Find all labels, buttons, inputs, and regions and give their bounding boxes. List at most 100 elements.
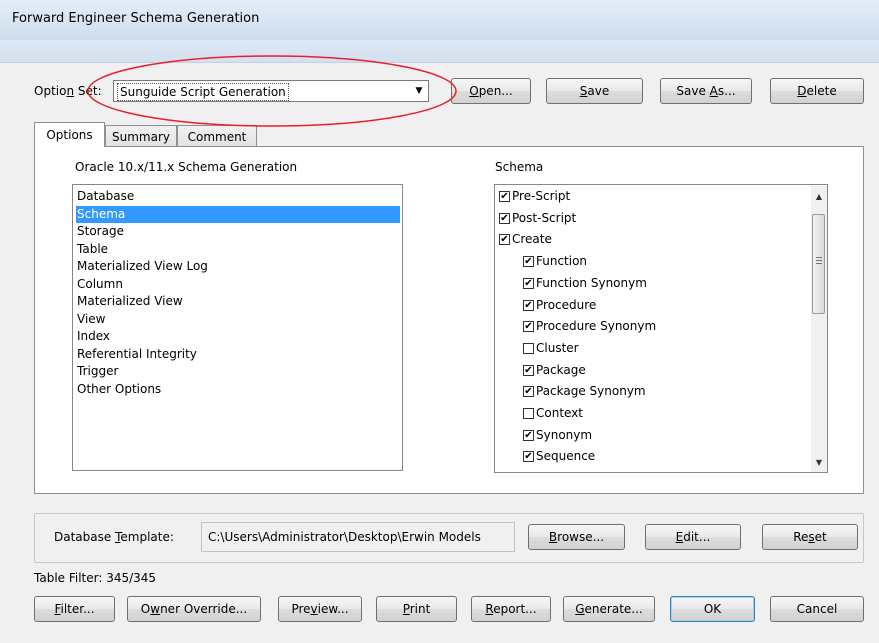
window-title: Forward Engineer Schema Generation bbox=[12, 11, 260, 26]
reset-pre: Re bbox=[793, 530, 809, 544]
left-panel-heading: Oracle 10.x/11.x Schema Generation bbox=[75, 160, 298, 174]
browse-button[interactable]: Browse... bbox=[528, 524, 625, 550]
vertical-scrollbar[interactable]: ▲ ▼ bbox=[811, 186, 827, 472]
option-set-label: Option Set: bbox=[34, 84, 102, 98]
list-item[interactable]: Materialized View bbox=[76, 293, 183, 310]
save-label: ave bbox=[587, 84, 610, 98]
reset-label: et bbox=[814, 530, 827, 544]
checkbox-label: Pre-Script bbox=[512, 189, 571, 203]
checkmark-icon: ✔ bbox=[524, 429, 533, 441]
tab-options[interactable]: Options bbox=[34, 122, 105, 147]
checkbox-label: Function bbox=[536, 254, 588, 269]
option-set-dropdown[interactable]: Sunguide Script Generation ▼ bbox=[113, 80, 429, 102]
reset-button[interactable]: Reset bbox=[762, 524, 858, 550]
list-item[interactable]: Trigger bbox=[76, 363, 118, 380]
list-item[interactable]: Index bbox=[76, 328, 110, 345]
checkmark-icon: ✔ bbox=[524, 256, 533, 268]
filter-label: ilter... bbox=[60, 602, 95, 616]
checkmark-icon: ✔ bbox=[524, 321, 533, 333]
report-button[interactable]: Report... bbox=[471, 596, 551, 622]
checkbox[interactable] bbox=[523, 342, 534, 354]
list-item[interactable]: Column bbox=[76, 276, 123, 293]
reset-mnemonic: s bbox=[808, 530, 815, 544]
checkbox[interactable]: ✔ bbox=[499, 212, 510, 224]
checkbox[interactable]: ✔ bbox=[523, 364, 534, 376]
grip-line bbox=[816, 260, 822, 261]
checkmark-icon: ✔ bbox=[524, 386, 533, 398]
delete-label: elete bbox=[806, 84, 837, 98]
options-tab-panel: Oracle 10.x/11.x Schema Generation Datab… bbox=[34, 146, 864, 494]
list-item[interactable]: Referential Integrity bbox=[76, 346, 197, 363]
preview-label: iew... bbox=[317, 602, 349, 616]
generate-button[interactable]: Generate... bbox=[563, 596, 655, 622]
list-item[interactable]: Table bbox=[76, 241, 108, 258]
save-as-button[interactable]: Save As... bbox=[660, 78, 752, 104]
list-item[interactable]: Materialized View Log bbox=[76, 258, 208, 275]
list-item[interactable]: Database bbox=[76, 188, 134, 205]
print-label: rint bbox=[409, 602, 431, 616]
owner-override-pre: O bbox=[140, 602, 151, 616]
checkbox[interactable]: ✔ bbox=[499, 191, 510, 202]
checkbox-label: Synonym bbox=[536, 427, 593, 442]
grip-line bbox=[816, 257, 822, 258]
preview-mnemonic: v bbox=[310, 602, 318, 616]
grip-line bbox=[816, 263, 822, 264]
owner-override-label: ner Override... bbox=[160, 602, 248, 616]
checkbox[interactable]: ✔ bbox=[499, 234, 510, 246]
checkmark-icon: ✔ bbox=[500, 212, 509, 224]
open-button[interactable]: Open... bbox=[451, 78, 531, 104]
schema-options-list[interactable]: ▲ ▼ ✔ Pre-Script ✔ Post-Script ✔ Create ✔ Funct… bbox=[494, 184, 828, 473]
checkbox-label: Function Synonym bbox=[536, 275, 647, 290]
browse-label: rowse... bbox=[557, 530, 605, 544]
option-set-label-post: Set: bbox=[74, 84, 102, 98]
filter-mnemonic: F bbox=[54, 602, 61, 616]
list-item[interactable]: Schema bbox=[76, 205, 400, 223]
checkmark-icon: ✔ bbox=[524, 364, 533, 376]
checkbox[interactable]: ✔ bbox=[523, 451, 534, 463]
preview-pre: Pre bbox=[291, 602, 311, 616]
checkbox-label: Package bbox=[536, 362, 586, 377]
generate-label: enerate... bbox=[584, 602, 643, 616]
edit-button[interactable]: Edit... bbox=[645, 524, 741, 550]
scroll-up-icon[interactable]: ▲ bbox=[811, 188, 827, 204]
cancel-button[interactable]: Cancel bbox=[770, 596, 864, 622]
save-button[interactable]: Save bbox=[546, 78, 643, 104]
checkbox[interactable]: ✔ bbox=[523, 386, 534, 398]
list-item[interactable]: View bbox=[76, 311, 105, 328]
checkbox[interactable]: ✔ bbox=[523, 299, 534, 311]
preview-button[interactable]: Preview... bbox=[278, 596, 362, 622]
edit-label: dit... bbox=[683, 530, 711, 544]
print-button[interactable]: Print bbox=[376, 596, 457, 622]
ok-label: OK bbox=[703, 602, 722, 616]
scroll-down-icon[interactable]: ▼ bbox=[811, 454, 827, 470]
ok-button[interactable]: OK bbox=[670, 596, 755, 622]
checkmark-icon: ✔ bbox=[500, 191, 509, 202]
chevron-down-icon[interactable]: ▼ bbox=[410, 81, 428, 101]
database-template-field[interactable]: C:\Users\Administrator\Desktop\Erwin Mod… bbox=[201, 522, 515, 552]
scroll-thumb[interactable] bbox=[812, 214, 825, 314]
print-mnemonic: P bbox=[402, 602, 410, 616]
checkbox-label: Procedure bbox=[536, 297, 597, 312]
checkbox-label: Context bbox=[536, 406, 584, 420]
checkbox-label: Package Synonym bbox=[536, 384, 646, 399]
checkbox[interactable]: ✔ bbox=[523, 277, 534, 289]
tab-comment[interactable]: Comment bbox=[177, 125, 257, 147]
schema-category-list[interactable]: Database Schema Storage Table Materialized V… bbox=[72, 184, 403, 471]
right-panel-heading: Schema bbox=[495, 160, 544, 174]
checkbox-label: Sequence bbox=[536, 449, 596, 464]
option-set-label-pre: Optio bbox=[34, 84, 67, 98]
owner-override-button[interactable]: Owner Override... bbox=[127, 596, 261, 622]
checkbox[interactable] bbox=[523, 408, 534, 419]
list-item[interactable]: Other Options bbox=[76, 381, 161, 398]
checkbox[interactable]: ✔ bbox=[523, 256, 534, 268]
checkbox[interactable]: ✔ bbox=[523, 321, 534, 333]
edit-mnemonic: E bbox=[675, 530, 684, 544]
checkbox[interactable]: ✔ bbox=[523, 429, 534, 441]
delete-button[interactable]: Delete bbox=[770, 78, 864, 104]
list-item[interactable]: Storage bbox=[76, 223, 124, 240]
report-label: eport... bbox=[493, 602, 537, 616]
tab-summary[interactable]: Summary bbox=[105, 125, 177, 147]
filter-button[interactable]: Filter... bbox=[34, 596, 115, 622]
open-mnemonic: O bbox=[469, 84, 479, 98]
title-strip bbox=[0, 40, 879, 63]
